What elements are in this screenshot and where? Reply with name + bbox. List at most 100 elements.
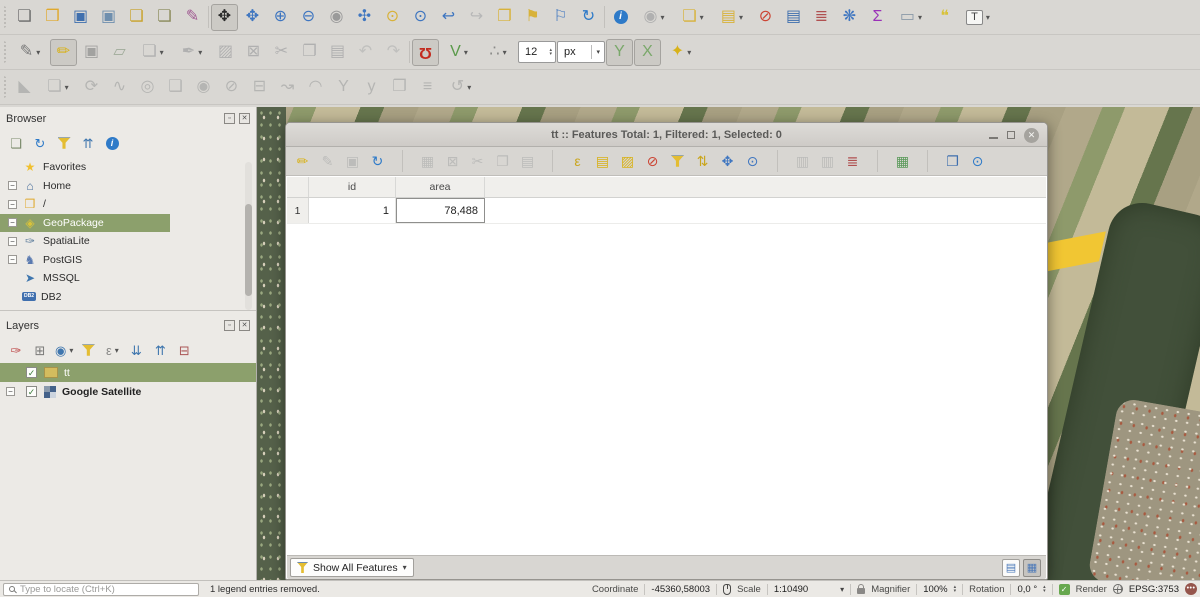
topological-editing-button[interactable]: ∴ (479, 39, 517, 66)
layer-item-google-satellite[interactable]: Google Satellite (0, 382, 256, 401)
rotation-spinner[interactable] (1043, 585, 1046, 594)
cut-features-button[interactable]: ✂ (268, 39, 295, 66)
render-checkbox[interactable] (1059, 584, 1070, 595)
attr-pan-to-selection-button[interactable]: ✥ (716, 150, 739, 173)
processing-toolbox-button[interactable]: ❋ (836, 4, 863, 31)
undo-button[interactable]: ↶ (352, 39, 379, 66)
minimize-button[interactable] (989, 137, 998, 139)
pan-map-button[interactable]: ✥ (211, 4, 238, 31)
browser-item-geopackage[interactable]: ◈ GeoPackage (0, 214, 170, 233)
tracing-button[interactable]: ✦ (662, 39, 700, 66)
cell-id[interactable]: 1 (309, 198, 396, 223)
project-save-as-button[interactable]: ▣ (95, 4, 122, 31)
locator-search-input[interactable]: Type to locate (Ctrl+K) (3, 583, 199, 596)
avoid-overlap-button[interactable]: X (634, 39, 661, 66)
close-button[interactable]: ✕ (1024, 128, 1039, 143)
pan-to-selection-button[interactable]: ✥ (239, 4, 266, 31)
identify-features-button[interactable]: i (607, 4, 634, 31)
browser-close-button[interactable]: ✕ (239, 113, 250, 124)
text-annotation-button[interactable]: T (959, 4, 997, 31)
new-print-layout-button[interactable]: ❏ (123, 4, 150, 31)
split-parts-button[interactable]: y (358, 74, 385, 101)
show-bookmarks-button[interactable]: ⚐ (547, 4, 574, 31)
snapping-units-combobox[interactable]: px (557, 41, 605, 63)
save-layer-edits-button[interactable]: ▣ (78, 39, 105, 66)
snap-intersection-button[interactable]: Y (606, 39, 633, 66)
zoom-native-button[interactable]: ◉ (323, 4, 350, 31)
filter-legend-button[interactable] (78, 340, 98, 360)
attr-paste-button[interactable]: ▤ (516, 150, 539, 173)
feature-filter-button[interactable]: Show All Features (290, 558, 414, 577)
table-row[interactable]: 1 1 78,488 (287, 198, 1046, 224)
scale-dropdown-icon[interactable]: ▾ (840, 585, 844, 594)
field-calculator-button[interactable]: ≣ (808, 4, 835, 31)
form-view-button[interactable]: ▤ (1002, 559, 1020, 577)
toolbar-grip[interactable] (4, 6, 10, 28)
vertex-tool-button[interactable]: ✒ (173, 39, 211, 66)
fill-ring-button[interactable]: ◉ (190, 74, 217, 101)
magnifier-value[interactable]: 100% (923, 584, 947, 595)
browser-add-layers-button[interactable]: ❏ (6, 133, 26, 153)
show-layout-manager-button[interactable]: ❏ (151, 4, 178, 31)
open-attribute-table-button[interactable]: ▤ (780, 4, 807, 31)
merge-features-button[interactable]: ❒ (386, 74, 413, 101)
browser-item-spatialite[interactable]: ✑ SpatiaLite (0, 232, 256, 251)
attr-save-edits-button[interactable]: ▣ (341, 150, 364, 173)
mouse-extent-toggle-icon[interactable] (723, 584, 731, 595)
attr-zoom-to-selection-button[interactable]: ⊙ (741, 150, 764, 173)
toolbar-grip[interactable] (4, 41, 10, 63)
attr-delete-field-button[interactable]: ▥ (816, 150, 839, 173)
attr-cut-button[interactable]: ✂ (466, 150, 489, 173)
attr-add-feature-button[interactable]: ▦ (416, 150, 439, 173)
reshape-features-button[interactable]: ↝ (274, 74, 301, 101)
paste-features-button[interactable]: ▤ (324, 39, 351, 66)
expander-icon[interactable] (8, 181, 17, 190)
project-new-button[interactable]: ❏ (11, 4, 38, 31)
snapping-mode-button[interactable]: V (440, 39, 478, 66)
maximize-button[interactable] (1007, 131, 1015, 139)
move-feature-button[interactable]: ❏ (134, 39, 172, 66)
attr-actions-button[interactable]: ⊙ (966, 150, 989, 173)
separator[interactable] (916, 150, 939, 173)
zoom-to-layer-button[interactable]: ⊙ (407, 4, 434, 31)
browser-item-home[interactable]: ⌂ Home (0, 177, 256, 196)
add-group-button[interactable]: ⊞ (30, 340, 50, 360)
run-feature-action-button[interactable]: ◉ (635, 4, 673, 31)
attr-copy-button[interactable]: ❐ (491, 150, 514, 173)
filter-expression-button[interactable]: ε (102, 340, 122, 360)
project-open-button[interactable]: ❒ (39, 4, 66, 31)
project-save-button[interactable]: ▣ (67, 4, 94, 31)
delete-selected-button[interactable]: ⊠ (240, 39, 267, 66)
modify-attributes-button[interactable]: ▨ (212, 39, 239, 66)
browser-properties-button[interactable]: i (102, 133, 122, 153)
zoom-in-button[interactable]: ⊕ (267, 4, 294, 31)
scale-value[interactable]: 1:10490 (774, 584, 808, 595)
attr-field-calculator-button[interactable]: ≣ (841, 150, 864, 173)
layers-float-button[interactable]: ▫ (224, 320, 235, 331)
browser-refresh-button[interactable]: ↻ (30, 133, 50, 153)
manage-themes-button[interactable]: ◉ (54, 340, 74, 360)
layer-item-tt[interactable]: tt (0, 363, 256, 382)
browser-scrollbar[interactable] (245, 162, 252, 310)
crs-value[interactable]: EPSG:3753 (1129, 584, 1179, 595)
browser-filter-button[interactable] (54, 133, 74, 153)
browser-scrollbar-thumb[interactable] (245, 204, 252, 296)
select-by-value-button[interactable]: ▤ (713, 4, 751, 31)
browser-item-favorites[interactable]: ★ Favorites (0, 158, 256, 177)
cell-area[interactable]: 78,488 (396, 198, 485, 223)
add-ring-button[interactable]: ◎ (134, 74, 161, 101)
attr-reload-button[interactable]: ↻ (366, 150, 389, 173)
attr-delete-selected-button[interactable]: ⊠ (441, 150, 464, 173)
add-part-button[interactable]: ❑ (162, 74, 189, 101)
layer-styling-button[interactable]: ✑ (6, 340, 26, 360)
toggle-editing-button[interactable]: ✏ (50, 39, 77, 66)
attr-new-field-button[interactable]: ▥ (791, 150, 814, 173)
rotate-feature-button[interactable]: ⟳ (78, 74, 105, 101)
layer-checkbox[interactable] (26, 367, 37, 378)
attr-dock-table-button[interactable]: ❐ (941, 150, 964, 173)
new-bookmark-button[interactable]: ⚑ (519, 4, 546, 31)
messages-button[interactable]: ••• (1185, 583, 1197, 595)
zoom-out-button[interactable]: ⊖ (295, 4, 322, 31)
dialog-titlebar[interactable]: tt :: Features Total: 1, Filtered: 1, Se… (286, 123, 1047, 147)
offset-curve-button[interactable]: ◠ (302, 74, 329, 101)
